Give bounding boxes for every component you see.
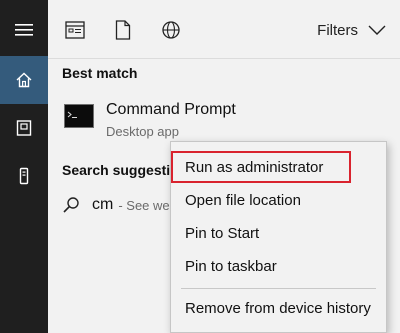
search-icon — [63, 197, 79, 213]
documents-filter-button[interactable] — [112, 18, 134, 42]
command-prompt-icon — [64, 104, 94, 128]
menu-item-pin-to-taskbar[interactable]: Pin to taskbar — [171, 250, 386, 283]
apps-icon — [65, 21, 85, 39]
menu-item-remove-from-device-history[interactable]: Remove from device history — [171, 292, 386, 325]
menu-item-open-file-location[interactable]: Open file location — [171, 184, 386, 217]
menu-item-run-as-administrator[interactable]: Run as administrator — [171, 151, 386, 184]
filters-label: Filters — [317, 21, 358, 39]
home-icon — [16, 72, 32, 88]
hamburger-menu-button[interactable] — [0, 6, 48, 54]
filters-dropdown[interactable]: Filters — [317, 19, 386, 41]
start-sidebar — [0, 0, 48, 333]
menu-separator — [181, 288, 376, 289]
search-toolbar: Filters — [48, 0, 400, 58]
suggestion-hint: - See web — [118, 197, 177, 213]
web-filter-button[interactable] — [160, 18, 182, 42]
chevron-down-icon — [368, 25, 386, 35]
document-box-icon — [16, 120, 32, 136]
sidebar-documents-button[interactable] — [0, 104, 48, 152]
documents-icon — [115, 20, 131, 40]
context-menu: Run as administrator Open file location … — [170, 141, 387, 333]
app-name: Command Prompt — [106, 101, 236, 118]
hamburger-menu-icon — [15, 24, 33, 36]
best-match-heading: Best match — [62, 65, 138, 81]
app-type: Desktop app — [106, 124, 179, 139]
apps-filter-button[interactable] — [64, 18, 86, 42]
tower-pc-icon — [19, 167, 29, 185]
menu-item-pin-to-start[interactable]: Pin to Start — [171, 217, 386, 250]
toolbar-divider — [48, 58, 400, 59]
search-suggestions-heading: Search suggestion — [62, 162, 188, 178]
suggestion-query: cm — [92, 196, 114, 213]
web-globe-icon — [162, 21, 180, 39]
sidebar-home-button[interactable] — [0, 56, 48, 104]
sidebar-device-button[interactable] — [0, 152, 48, 200]
